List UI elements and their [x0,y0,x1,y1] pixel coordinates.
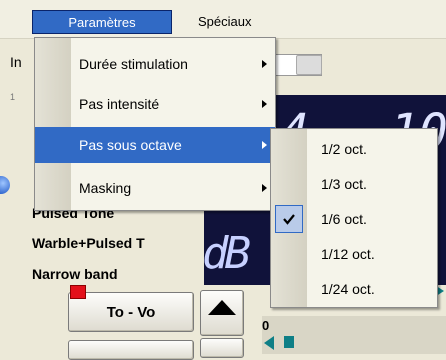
menu-parametres[interactable]: Paramètres [32,10,172,34]
red-flag-icon [70,285,86,299]
display-db: dB [202,228,251,279]
submenu-item-label: 1/3 oct. [321,176,367,192]
radio-button-icon[interactable] [0,176,10,194]
to-vo-button[interactable]: To - Vo [68,292,194,332]
checkmark-icon [275,205,303,233]
submenu-item-half-oct[interactable]: 1/2 oct. [271,131,437,167]
play-left-icon[interactable] [264,336,274,350]
parametres-dropdown: Durée stimulation Pas intensité Pas sous… [34,37,276,211]
zero-label: 0 [262,318,270,333]
submenu-item-third-oct[interactable]: 1/3 oct. [271,166,437,202]
pas-sous-octave-submenu: 1/2 oct. 1/3 oct. 1/6 oct. 1/12 oct. 1/2… [270,128,438,308]
submenu-item-24th-oct[interactable]: 1/24 oct. [271,271,437,307]
menu-item-label: Durée stimulation [79,56,188,72]
menu-speciaux[interactable]: Spéciaux [192,10,257,34]
menu-item-label: Pas intensité [79,96,160,112]
submenu-item-twelfth-oct[interactable]: 1/12 oct. [271,236,437,272]
submenu-item-label: 1/24 oct. [321,281,375,297]
lower-button[interactable] [68,340,194,360]
arrow-up-icon [208,300,236,315]
chevron-right-icon [262,100,267,108]
submenu-item-label: 1/6 oct. [321,211,367,227]
menu-item-masking[interactable]: Masking [35,170,275,206]
submenu-item-label: 1/12 oct. [321,246,375,262]
chevron-right-icon [262,60,267,68]
signal-warble-pulsed[interactable]: Warble+Pulsed T [32,235,145,251]
menu-item-pas-intensite[interactable]: Pas intensité [35,86,275,122]
submenu-item-sixth-oct[interactable]: 1/6 oct. [271,201,437,237]
input-label: In [10,54,22,70]
menu-item-pas-sous-octave[interactable]: Pas sous octave [35,127,275,163]
menu-item-label: Pas sous octave [79,137,182,153]
lower-small-button[interactable] [200,338,244,358]
top-field-button[interactable] [296,55,322,75]
menu-item-duree-stimulation[interactable]: Durée stimulation [35,46,275,82]
submenu-item-label: 1/2 oct. [321,141,367,157]
chevron-right-icon [262,141,267,149]
small-number: 1 [10,92,16,102]
control-strip [262,316,446,354]
signal-narrow-band[interactable]: Narrow band [32,266,118,282]
menu-item-label: Masking [79,180,132,196]
chevron-right-icon [262,184,267,192]
menu-bar: Paramètres Spéciaux [0,0,446,39]
stop-icon[interactable] [284,336,294,348]
